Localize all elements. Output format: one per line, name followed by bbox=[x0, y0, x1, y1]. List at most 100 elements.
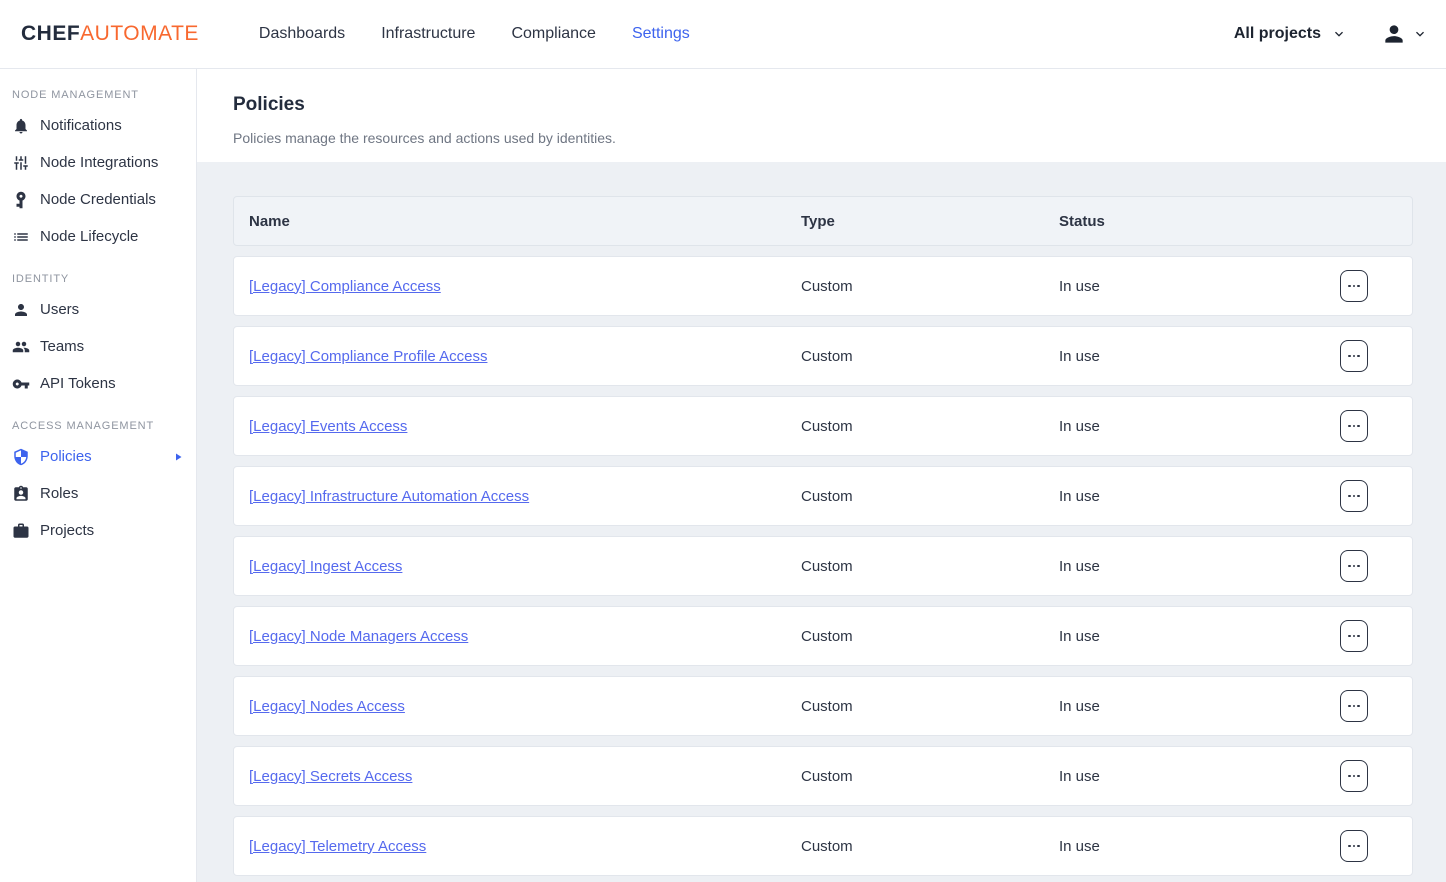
policy-name-link[interactable]: [Legacy] Compliance Profile Access bbox=[249, 348, 487, 365]
sidebar-item-api-tokens[interactable]: API Tokens bbox=[0, 365, 196, 402]
policy-status-cell: In use bbox=[1059, 278, 1310, 295]
policy-actions-cell bbox=[1310, 270, 1412, 302]
sliders-icon bbox=[12, 154, 30, 172]
person-icon bbox=[12, 301, 30, 319]
policy-name-cell: [Legacy] Telemetry Access bbox=[249, 838, 801, 855]
policy-name-link[interactable]: [Legacy] Nodes Access bbox=[249, 698, 405, 715]
policy-type-cell: Custom bbox=[801, 418, 1059, 435]
nav-tab-dashboards[interactable]: Dashboards bbox=[259, 25, 345, 43]
more-options-icon bbox=[1348, 495, 1360, 498]
policy-actions-cell bbox=[1310, 620, 1412, 652]
more-options-icon bbox=[1348, 425, 1360, 428]
policy-name-cell: [Legacy] Compliance Profile Access bbox=[249, 348, 801, 365]
sidebar-item-label: Notifications bbox=[40, 117, 122, 134]
sidebar-item-label: API Tokens bbox=[40, 375, 116, 392]
main-content: Policies Policies manage the resources a… bbox=[197, 69, 1446, 882]
more-options-button[interactable] bbox=[1340, 830, 1368, 862]
table-row: [Legacy] Nodes Access Custom In use bbox=[233, 676, 1413, 736]
policy-type-cell: Custom bbox=[801, 348, 1059, 365]
sidebar-item-node-integrations[interactable]: Node Integrations bbox=[0, 144, 196, 181]
sidebar-item-teams[interactable]: Teams bbox=[0, 328, 196, 365]
more-options-button[interactable] bbox=[1340, 620, 1368, 652]
sidebar-item-roles[interactable]: Roles bbox=[0, 475, 196, 512]
sidebar-item-node-lifecycle[interactable]: Node Lifecycle bbox=[0, 218, 196, 255]
sidebar-section: IDENTITY Users Teams API Tokens bbox=[0, 273, 196, 402]
more-options-button[interactable] bbox=[1340, 480, 1368, 512]
active-item-arrow-icon bbox=[172, 451, 184, 463]
more-options-button[interactable] bbox=[1340, 760, 1368, 792]
policy-name-link[interactable]: [Legacy] Node Managers Access bbox=[249, 628, 468, 645]
more-options-button[interactable] bbox=[1340, 550, 1368, 582]
sidebar-item-label: Users bbox=[40, 301, 79, 318]
key-icon bbox=[12, 375, 30, 393]
projects-filter-button[interactable]: All projects bbox=[1234, 25, 1347, 43]
key-vertical-icon bbox=[12, 191, 30, 209]
sidebar-item-notifications[interactable]: Notifications bbox=[0, 107, 196, 144]
more-options-icon bbox=[1348, 355, 1360, 358]
table-row: [Legacy] Compliance Profile Access Custo… bbox=[233, 326, 1413, 386]
more-options-button[interactable] bbox=[1340, 410, 1368, 442]
bell-icon bbox=[12, 117, 30, 135]
more-options-icon bbox=[1348, 285, 1360, 288]
policy-name-link[interactable]: [Legacy] Infrastructure Automation Acces… bbox=[249, 488, 529, 505]
policy-actions-cell bbox=[1310, 690, 1412, 722]
policy-name-link[interactable]: [Legacy] Secrets Access bbox=[249, 768, 412, 785]
column-header-name: Name bbox=[249, 213, 801, 230]
sidebar-section: ACCESS MANAGEMENT Policies Roles Project… bbox=[0, 420, 196, 549]
policy-name-cell: [Legacy] Compliance Access bbox=[249, 278, 801, 295]
policy-name-cell: [Legacy] Ingest Access bbox=[249, 558, 801, 575]
policy-status-cell: In use bbox=[1059, 418, 1310, 435]
header-right: All projects bbox=[1234, 21, 1428, 47]
policy-name-link[interactable]: [Legacy] Events Access bbox=[249, 418, 407, 435]
policy-status-cell: In use bbox=[1059, 628, 1310, 645]
table-header-row: Name Type Status bbox=[233, 196, 1413, 246]
table-row: [Legacy] Compliance Access Custom In use bbox=[233, 256, 1413, 316]
table-row: [Legacy] Events Access Custom In use bbox=[233, 396, 1413, 456]
sidebar-item-label: Node Integrations bbox=[40, 154, 158, 171]
page-subtitle: Policies manage the resources and action… bbox=[233, 130, 1410, 146]
more-options-icon bbox=[1348, 565, 1360, 568]
settings-sidebar: NODE MANAGEMENT Notifications Node Integ… bbox=[0, 69, 197, 882]
policy-type-cell: Custom bbox=[801, 838, 1059, 855]
sidebar-item-policies[interactable]: Policies bbox=[0, 438, 196, 475]
sidebar-item-label: Teams bbox=[40, 338, 84, 355]
sidebar-section-title: ACCESS MANAGEMENT bbox=[0, 420, 196, 432]
policy-name-cell: [Legacy] Nodes Access bbox=[249, 698, 801, 715]
more-options-button[interactable] bbox=[1340, 270, 1368, 302]
more-options-button[interactable] bbox=[1340, 340, 1368, 372]
sidebar-item-label: Policies bbox=[40, 448, 92, 465]
more-options-icon bbox=[1348, 705, 1360, 708]
policy-actions-cell bbox=[1310, 410, 1412, 442]
nav-tab-compliance[interactable]: Compliance bbox=[511, 25, 595, 43]
policy-name-cell: [Legacy] Events Access bbox=[249, 418, 801, 435]
policy-type-cell: Custom bbox=[801, 698, 1059, 715]
more-options-icon bbox=[1348, 845, 1360, 848]
table-row: [Legacy] Telemetry Access Custom In use bbox=[233, 816, 1413, 876]
policy-name-link[interactable]: [Legacy] Telemetry Access bbox=[249, 838, 426, 855]
policy-name-link[interactable]: [Legacy] Compliance Access bbox=[249, 278, 441, 295]
shield-icon bbox=[12, 448, 30, 466]
policy-actions-cell bbox=[1310, 480, 1412, 512]
nav-tab-settings[interactable]: Settings bbox=[632, 25, 690, 43]
sidebar-item-projects[interactable]: Projects bbox=[0, 512, 196, 549]
briefcase-icon bbox=[12, 522, 30, 540]
projects-filter-label: All projects bbox=[1234, 25, 1321, 43]
sidebar-item-node-credentials[interactable]: Node Credentials bbox=[0, 181, 196, 218]
sidebar-item-users[interactable]: Users bbox=[0, 291, 196, 328]
page-title: Policies bbox=[233, 94, 1410, 116]
user-avatar-button[interactable] bbox=[1381, 21, 1428, 47]
policy-type-cell: Custom bbox=[801, 488, 1059, 505]
policy-actions-cell bbox=[1310, 550, 1412, 582]
sidebar-section-list: Notifications Node Integrations Node Cre… bbox=[0, 107, 196, 255]
policy-name-link[interactable]: [Legacy] Ingest Access bbox=[249, 558, 402, 575]
policy-status-cell: In use bbox=[1059, 768, 1310, 785]
group-icon bbox=[12, 338, 30, 356]
policy-actions-cell bbox=[1310, 760, 1412, 792]
more-options-button[interactable] bbox=[1340, 690, 1368, 722]
policy-status-cell: In use bbox=[1059, 488, 1310, 505]
sidebar-item-label: Node Credentials bbox=[40, 191, 156, 208]
nav-tab-infrastructure[interactable]: Infrastructure bbox=[381, 25, 475, 43]
table-row: [Legacy] Secrets Access Custom In use bbox=[233, 746, 1413, 806]
chef-automate-logo[interactable]: CHEF AUTOMATE bbox=[21, 22, 199, 46]
policy-name-cell: [Legacy] Infrastructure Automation Acces… bbox=[249, 488, 801, 505]
